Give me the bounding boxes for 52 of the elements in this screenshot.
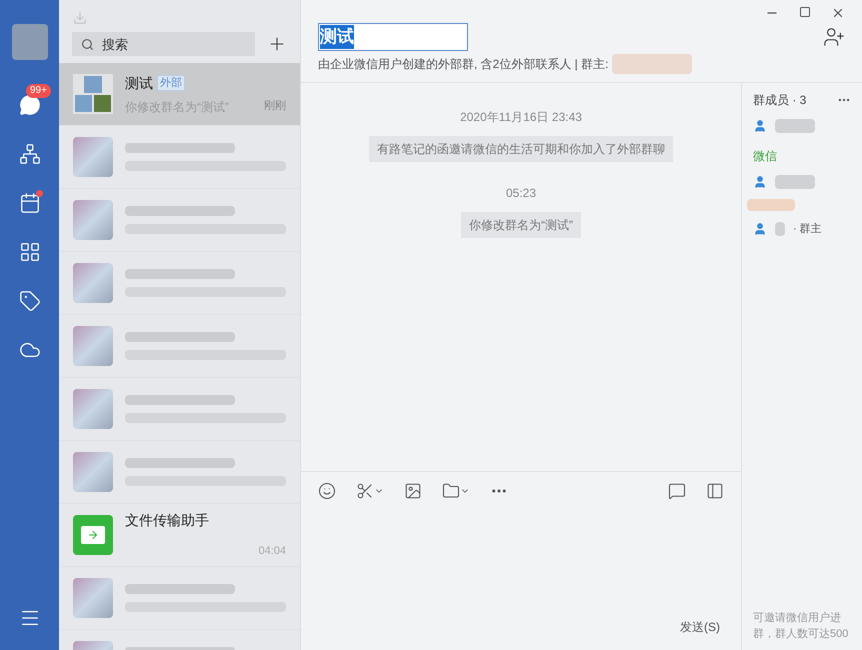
group-avatar (73, 74, 113, 114)
screenshot-button[interactable] (356, 482, 384, 500)
file-button[interactable] (442, 482, 470, 500)
blurred-name (775, 222, 785, 236)
search-icon (81, 38, 94, 51)
close-icon[interactable] (831, 6, 845, 20)
group-subtitle: 由企业微信用户创建的外部群, 含2位外部联系人 | 群主: (318, 56, 608, 73)
message-time: 刚刚 (264, 98, 286, 114)
blurred-name (747, 199, 795, 211)
conversation-name: 测试 (125, 74, 153, 92)
tag-icon[interactable] (18, 290, 40, 312)
message-timestamp: 2020年11月16日 23:43 (460, 109, 582, 126)
invite-hint: 可邀请微信用户进群，群人数可达500 (753, 610, 850, 642)
calendar-icon[interactable] (18, 192, 40, 214)
group-title-field[interactable]: 测试 (318, 23, 468, 51)
conversation-name: 文件传输助手 (125, 511, 210, 530)
system-notice: 有路笔记的函邀请微信的生活可期和你加入了外部群聊 (369, 136, 673, 162)
blurred-avatar (73, 326, 113, 366)
blurred-avatar (73, 137, 113, 177)
message-time: 04:04 (258, 544, 286, 560)
arrow-icon (87, 529, 99, 541)
blurred-avatar (73, 452, 113, 492)
blurred-avatar (73, 200, 113, 240)
owner-label: · 群主 (793, 222, 822, 237)
external-tag: 外部 (157, 75, 185, 91)
apps-icon[interactable] (18, 240, 40, 262)
user-icon (753, 175, 767, 189)
message-timestamp: 05:23 (506, 185, 536, 202)
blurred-avatar (73, 263, 113, 303)
blurred-avatar (73, 389, 113, 429)
section-label: 微信 (753, 148, 778, 165)
send-button[interactable]: 发送(S) (676, 618, 724, 636)
blurred-avatar (73, 578, 113, 618)
chat-icon[interactable] (18, 94, 40, 116)
message-history-icon[interactable] (668, 482, 686, 500)
add-member-icon[interactable] (823, 26, 845, 48)
folder-icon (442, 482, 460, 500)
conversation-item[interactable]: 文件传输助手 04:04 (59, 504, 300, 567)
emoji-icon[interactable] (318, 482, 336, 500)
blurred-name (775, 175, 815, 189)
contacts-icon[interactable] (18, 142, 40, 164)
staff-user-icon (753, 119, 767, 133)
image-icon[interactable] (404, 482, 422, 500)
user-icon (753, 222, 767, 236)
blurred-name (775, 119, 815, 133)
members-title: 群成员 · 3 (753, 92, 806, 109)
scissors-icon (356, 482, 374, 500)
unread-badge: 99+ (26, 84, 51, 98)
search-field[interactable]: 搜索 (72, 32, 255, 56)
maximize-icon[interactable] (799, 6, 811, 18)
system-notice: 你修改群名为“测试” (461, 212, 581, 238)
side-panel-icon[interactable] (706, 482, 724, 500)
